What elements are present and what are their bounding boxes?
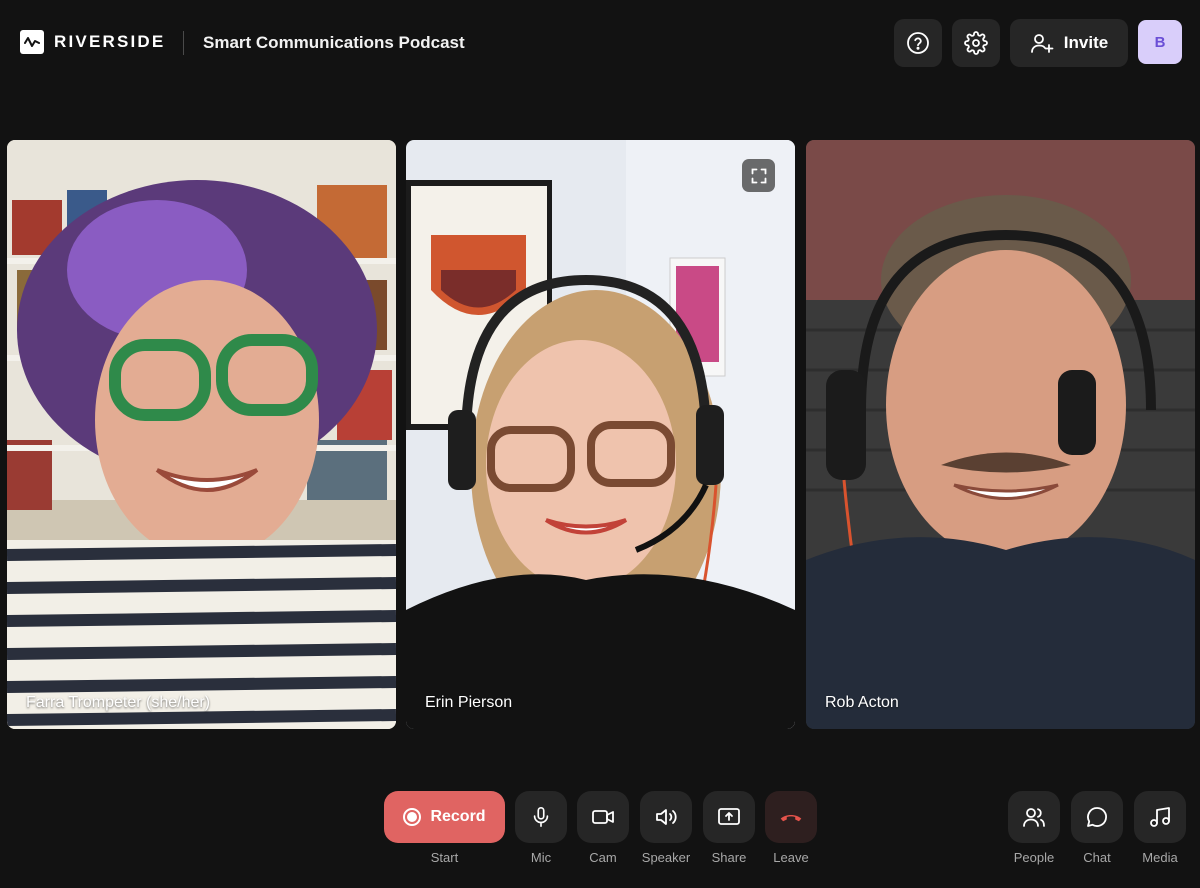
- help-button[interactable]: [894, 19, 942, 67]
- speaker-button[interactable]: [640, 791, 692, 843]
- hang-up-icon: [780, 814, 802, 822]
- fullscreen-button[interactable]: [742, 159, 775, 192]
- gear-icon: [964, 31, 988, 55]
- people-button[interactable]: [1008, 791, 1060, 843]
- record-button[interactable]: Record: [384, 791, 505, 843]
- brand-name: RIVERSIDE: [54, 32, 166, 51]
- share-button[interactable]: [703, 791, 755, 843]
- invite-button[interactable]: Invite: [1010, 19, 1128, 67]
- media-control: Media: [1134, 791, 1186, 865]
- microphone-icon: [533, 807, 549, 827]
- project-title: Smart Communications Podcast: [203, 33, 465, 52]
- brand-logo[interactable]: RIVERSIDE: [20, 30, 165, 54]
- participant-tile[interactable]: Erin Pierson: [406, 140, 795, 729]
- mic-control: Mic: [515, 791, 567, 865]
- participant-name: Erin Pierson: [425, 694, 513, 711]
- people-control: People: [1008, 791, 1060, 865]
- people-label: People: [1013, 850, 1055, 865]
- top-bar: RIVERSIDE Smart Communications Podcast I…: [0, 0, 1200, 86]
- settings-button[interactable]: [952, 19, 1000, 67]
- add-user-icon: [1030, 34, 1054, 53]
- expand-icon: [751, 168, 766, 183]
- participant-tile[interactable]: Rob Acton: [806, 140, 1195, 729]
- invite-label: Invite: [1063, 33, 1109, 52]
- chat-button[interactable]: [1071, 791, 1123, 843]
- riverside-logo-icon: [20, 30, 44, 54]
- cam-button[interactable]: [577, 791, 629, 843]
- mic-label: Mic: [530, 850, 552, 865]
- cam-label: Cam: [589, 850, 617, 865]
- help-icon: [907, 32, 929, 54]
- user-avatar[interactable]: B: [1138, 20, 1182, 64]
- leave-control: Leave: [765, 791, 817, 865]
- participant-video: [806, 140, 1195, 729]
- record-control: Record Start: [384, 791, 505, 865]
- participant-name: Farra Trompeter (she/her): [26, 694, 211, 711]
- mic-button[interactable]: [515, 791, 567, 843]
- leave-label: Leave: [773, 850, 809, 865]
- share-label: Share: [711, 850, 747, 865]
- start-label: Start: [430, 850, 459, 865]
- chat-bubble-icon: [1087, 807, 1107, 827]
- camera-icon: [592, 810, 614, 824]
- share-control: Share: [703, 791, 755, 865]
- media-button[interactable]: [1134, 791, 1186, 843]
- participant-tile[interactable]: Farra Trompeter (she/her): [7, 140, 396, 729]
- chat-label: Chat: [1083, 850, 1111, 865]
- participant-video: [406, 140, 795, 729]
- header-divider: [183, 31, 184, 55]
- speaker-icon: [656, 809, 677, 825]
- media-label: Media: [1142, 850, 1178, 865]
- speaker-label: Speaker: [641, 850, 691, 865]
- participant-name: Rob Acton: [825, 694, 899, 711]
- cam-control: Cam: [577, 791, 629, 865]
- participant-video: [7, 140, 396, 729]
- screen-share-icon: [718, 808, 740, 825]
- people-icon: [1023, 808, 1045, 827]
- record-icon: [403, 808, 422, 826]
- record-label: Record: [430, 808, 486, 825]
- speaker-control: Speaker: [640, 791, 692, 865]
- music-note-icon: [1150, 807, 1170, 827]
- chat-control: Chat: [1071, 791, 1123, 865]
- leave-button[interactable]: [765, 791, 817, 843]
